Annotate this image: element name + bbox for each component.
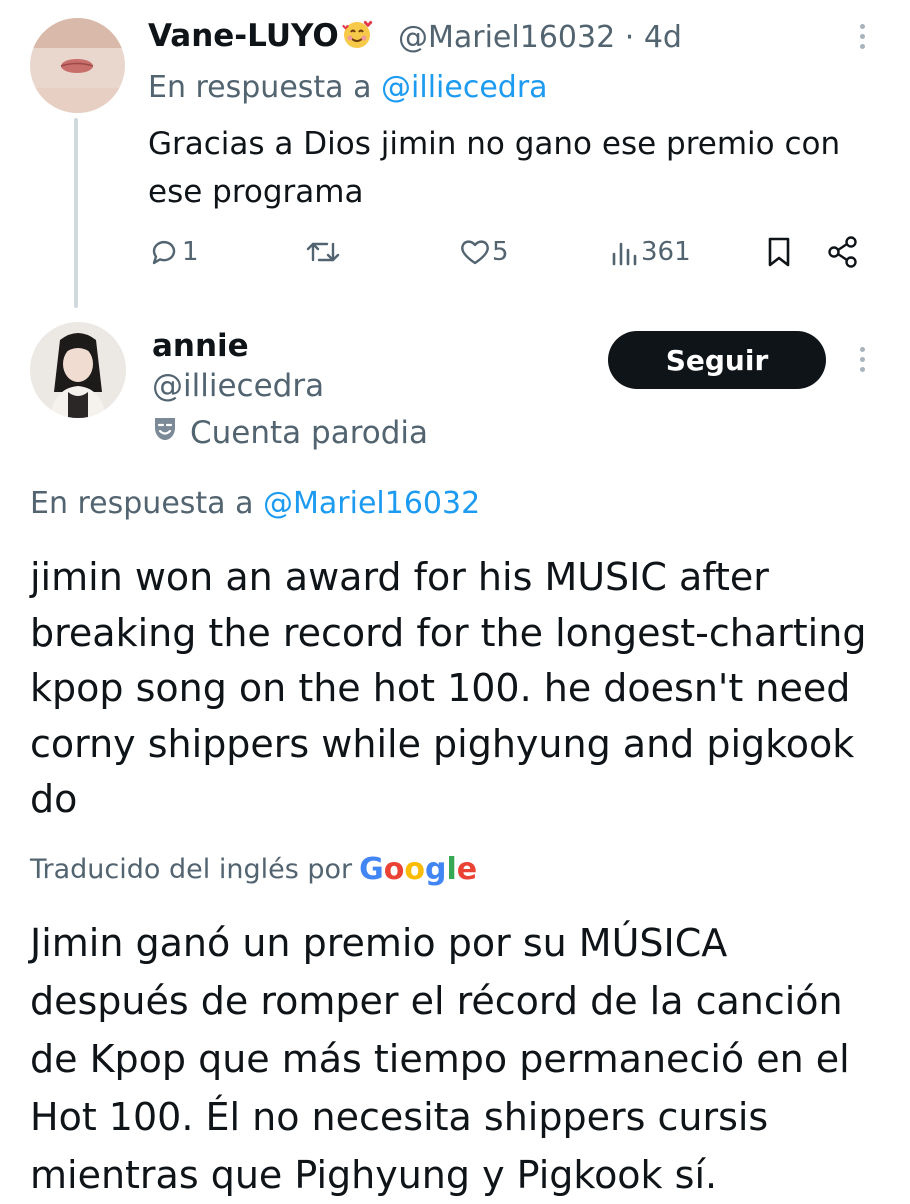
reply-count: 1 [182,237,199,267]
in-reply-to-handle[interactable]: @illiecedra [381,70,548,105]
parody-account-label: Cuenta parodia [152,415,428,451]
comment-icon [148,236,180,268]
in-reply-to-handle[interactable]: @Mariel16032 [263,486,480,521]
google-logo-letter: G [359,852,384,887]
bookmark-action[interactable] [765,232,793,272]
reply-action[interactable]: 1 [148,232,199,272]
like-action[interactable]: 5 [458,232,509,272]
separator: · [624,20,635,55]
smiling-face-with-hearts-emoji [341,18,373,50]
in-reply-to: En respuesta a @Mariel16032 [30,486,481,521]
google-logo-letter: o [404,852,425,887]
tweet-author-name[interactable]: annie [152,328,249,364]
tweet-text: jimin won an award for his MUSIC after b… [30,555,867,821]
views-action[interactable]: 361 [609,232,691,272]
google-logo-letter: o [383,852,405,887]
views-icon [609,236,639,268]
google-logo-letter: l [446,852,457,887]
google-logo-letter: g [425,852,447,887]
timestamp[interactable]: 4d [644,20,682,55]
avatar[interactable] [30,18,125,113]
translation-attribution[interactable]: Traducido del inglés por Google [30,852,477,887]
more-icon[interactable] [855,347,869,372]
retweet-action[interactable] [303,232,343,272]
in-reply-to: En respuesta a @illiecedra [148,70,548,105]
theater-mask-icon [152,415,178,451]
reply-text: Gracias a Dios jimin no gano ese premio … [148,126,841,210]
follow-button[interactable]: Seguir [608,331,826,389]
google-logo: Google [359,852,477,887]
google-logo-letter: e [456,852,478,887]
share-icon [826,235,860,269]
like-count: 5 [492,237,509,267]
reply-author-handle[interactable]: @Mariel16032 · 4d [398,20,682,55]
tweet-author-handle[interactable]: @illiecedra [152,368,324,404]
retweet-icon [303,236,343,268]
bookmark-icon [765,236,793,268]
reply-author-name[interactable]: Vane-LUYO [148,18,373,54]
share-action[interactable] [826,232,860,272]
more-icon[interactable] [855,24,869,49]
translated-text: Jimin ganó un premio por su MÚSICA despu… [30,921,850,1197]
thread-connector-line [74,118,78,308]
heart-icon [458,236,492,268]
avatar[interactable] [30,322,126,418]
views-count: 361 [641,237,691,267]
